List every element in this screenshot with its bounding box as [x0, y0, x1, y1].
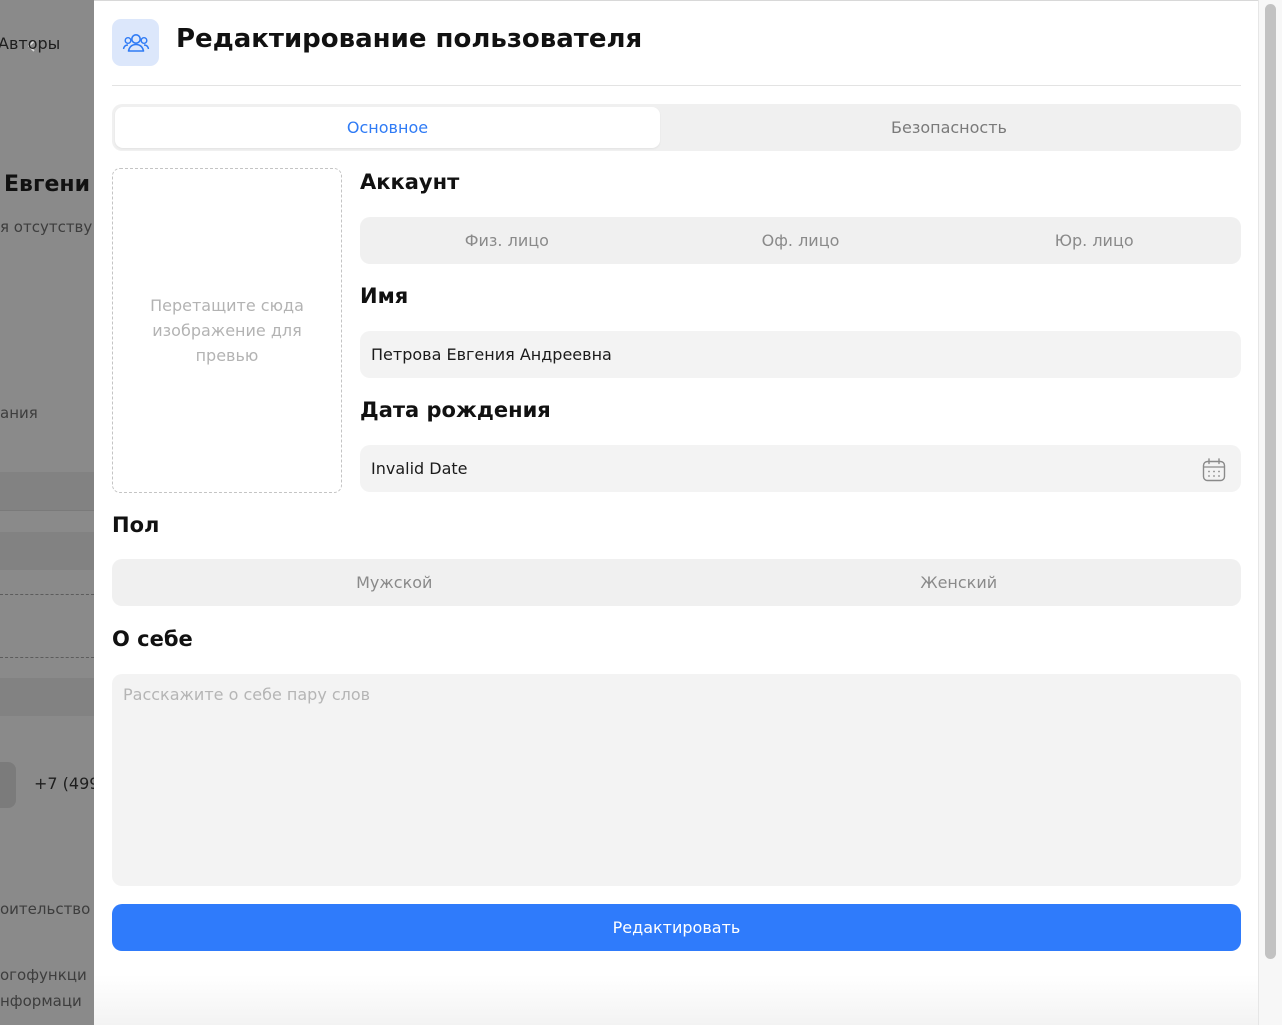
background-phone: +7 (499	[34, 774, 94, 793]
account-type-selector: Физ. лицо Оф. лицо Юр. лицо	[360, 217, 1241, 264]
background-user-name: Евгени	[4, 172, 90, 197]
background-text-line: огофункци	[0, 966, 87, 984]
background-field	[0, 678, 94, 716]
background-field	[0, 472, 94, 510]
gender-option-female[interactable]: Женский	[677, 559, 1242, 606]
background-page: Авторы Евгени я отсутству ания +7 (499 о…	[0, 0, 94, 1025]
bottom-shadow	[94, 975, 1258, 1025]
gender-selector: Мужской Женский	[112, 559, 1241, 606]
background-phone-icon	[0, 762, 16, 808]
about-textarea[interactable]: Расскажите о себе пару слов	[112, 674, 1241, 886]
account-label: Аккаунт	[360, 170, 460, 194]
background-divider	[0, 510, 94, 511]
account-option-legal[interactable]: Юр. лицо	[947, 217, 1241, 264]
birthdate-value: Invalid Date	[371, 459, 468, 478]
name-label: Имя	[360, 284, 409, 308]
users-icon	[112, 19, 159, 66]
birthdate-input[interactable]: Invalid Date	[360, 445, 1241, 492]
account-option-official[interactable]: Оф. лицо	[654, 217, 948, 264]
modal-title: Редактирование пользователя	[176, 24, 643, 54]
gender-option-male[interactable]: Мужской	[112, 559, 677, 606]
avatar-dropzone[interactable]: Перетащите сюда изображение для превью	[112, 168, 342, 493]
account-option-individual[interactable]: Физ. лицо	[360, 217, 654, 264]
background-dashed-line	[0, 594, 94, 595]
birthdate-label: Дата рождения	[360, 398, 551, 422]
background-section: ания	[0, 404, 38, 422]
scrollbar-thumb[interactable]	[1265, 4, 1276, 959]
tab-security[interactable]: Безопасность	[660, 107, 1238, 148]
calendar-icon[interactable]	[1201, 457, 1227, 483]
about-placeholder: Расскажите о себе пару слов	[123, 685, 371, 704]
background-text-line: оительство	[0, 900, 91, 918]
background-status: я отсутству	[0, 218, 93, 236]
header-divider	[112, 85, 1241, 86]
dropzone-hint: Перетащите сюда изображение для превью	[150, 296, 304, 365]
about-label: О себе	[112, 627, 193, 651]
gender-label: Пол	[112, 513, 160, 537]
name-input[interactable]: Петрова Евгения Андреевна	[360, 331, 1241, 378]
background-field	[0, 532, 94, 570]
tab-main[interactable]: Основное	[115, 107, 660, 148]
background-text-line: нформаци	[0, 992, 82, 1010]
tab-bar: Основное Безопасность	[112, 104, 1241, 151]
background-dashed-line	[0, 657, 94, 658]
edit-submit-button[interactable]: Редактировать	[112, 904, 1241, 951]
breadcrumb[interactable]: Авторы	[0, 34, 60, 53]
